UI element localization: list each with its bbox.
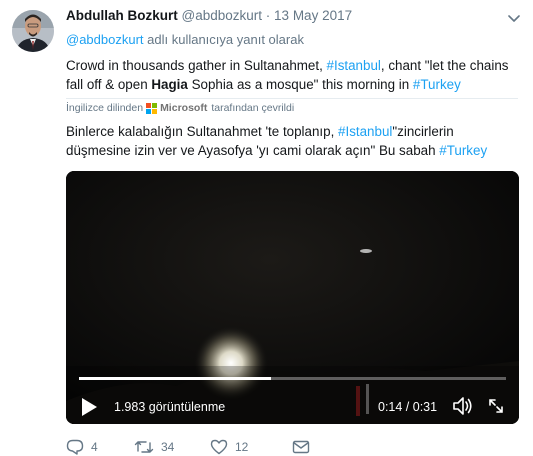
video-progress-bar[interactable] <box>79 377 506 380</box>
translation-provider[interactable]: Microsoft <box>160 102 207 114</box>
reply-button[interactable]: 4 <box>66 439 134 455</box>
microsoft-logo-icon <box>146 102 158 114</box>
tweet-text-part: Crowd in thousands gather in Sultanahmet… <box>66 58 327 73</box>
tweet-header: Abdullah Bozkurt @abdbozkurt · 13 May 20… <box>66 8 352 23</box>
tweet-text: Crowd in thousands gather in Sultanahmet… <box>66 56 521 94</box>
translation-suffix: tarafından çevrildi <box>211 102 295 114</box>
view-count: 1.983 görüntülenme <box>114 400 226 414</box>
translated-hashtag-istanbul-link[interactable]: #Istanbul <box>338 124 392 139</box>
retweet-icon <box>134 441 154 453</box>
tweet-date[interactable]: 13 May 2017 <box>274 8 352 23</box>
logo-square <box>152 102 158 108</box>
direct-message-button[interactable] <box>292 439 310 455</box>
video-progress-fill <box>79 377 272 380</box>
tweet-text-highlight: Hagia <box>151 77 188 92</box>
reply-context-label: adlı kullanıcıya yanıt olarak <box>143 32 304 47</box>
retweet-count: 34 <box>161 440 175 454</box>
video-frame <box>66 171 519 424</box>
fullscreen-icon[interactable] <box>486 396 506 416</box>
avatar-image <box>12 10 54 52</box>
video-player[interactable]: 1.983 görüntülenme 0:14 / 0:31 <box>66 171 519 424</box>
header-separator: · <box>265 8 271 23</box>
reply-count: 4 <box>91 440 98 454</box>
like-count: 12 <box>235 440 249 454</box>
translated-text: Binlerce kalabalığın Sultanahmet 'te top… <box>66 122 521 160</box>
like-icon <box>210 439 228 455</box>
translation-attribution: İngilizce dilinden Microsoft tarafından … <box>66 98 518 117</box>
logo-square <box>146 102 152 108</box>
tweet-actions: 4 34 12 <box>66 438 310 456</box>
volume-icon[interactable] <box>452 395 474 417</box>
hashtag-istanbul-link[interactable]: #Istanbul <box>327 58 381 73</box>
translation-prefix: İngilizce dilinden <box>66 102 144 114</box>
video-time: 0:14 / 0:31 <box>378 400 438 414</box>
reply-mention-link[interactable]: @abdbozkurt <box>66 32 144 47</box>
reply-icon <box>66 439 84 455</box>
hashtag-turkey-link[interactable]: #Turkey <box>413 77 461 92</box>
logo-square <box>146 108 152 114</box>
tweet-text-part: Sophia as a mosque" this morning in <box>187 77 413 92</box>
author-name[interactable]: Abdullah Bozkurt <box>66 8 178 23</box>
translated-hashtag-turkey-link[interactable]: #Turkey <box>439 143 487 158</box>
message-icon <box>292 440 310 454</box>
reply-context: @abdbozkurt adlı kullanıcıya yanıt olara… <box>66 32 304 47</box>
retweet-button[interactable]: 34 <box>134 439 210 455</box>
avatar[interactable] <box>12 10 54 52</box>
logo-square <box>152 108 158 114</box>
chevron-down-icon[interactable] <box>506 10 522 26</box>
play-icon[interactable] <box>80 397 98 417</box>
author-handle[interactable]: @abdbozkurt <box>182 8 263 23</box>
translated-text-part: Binlerce kalabalığın Sultanahmet 'te top… <box>66 124 339 139</box>
like-button[interactable]: 12 <box>210 439 292 455</box>
